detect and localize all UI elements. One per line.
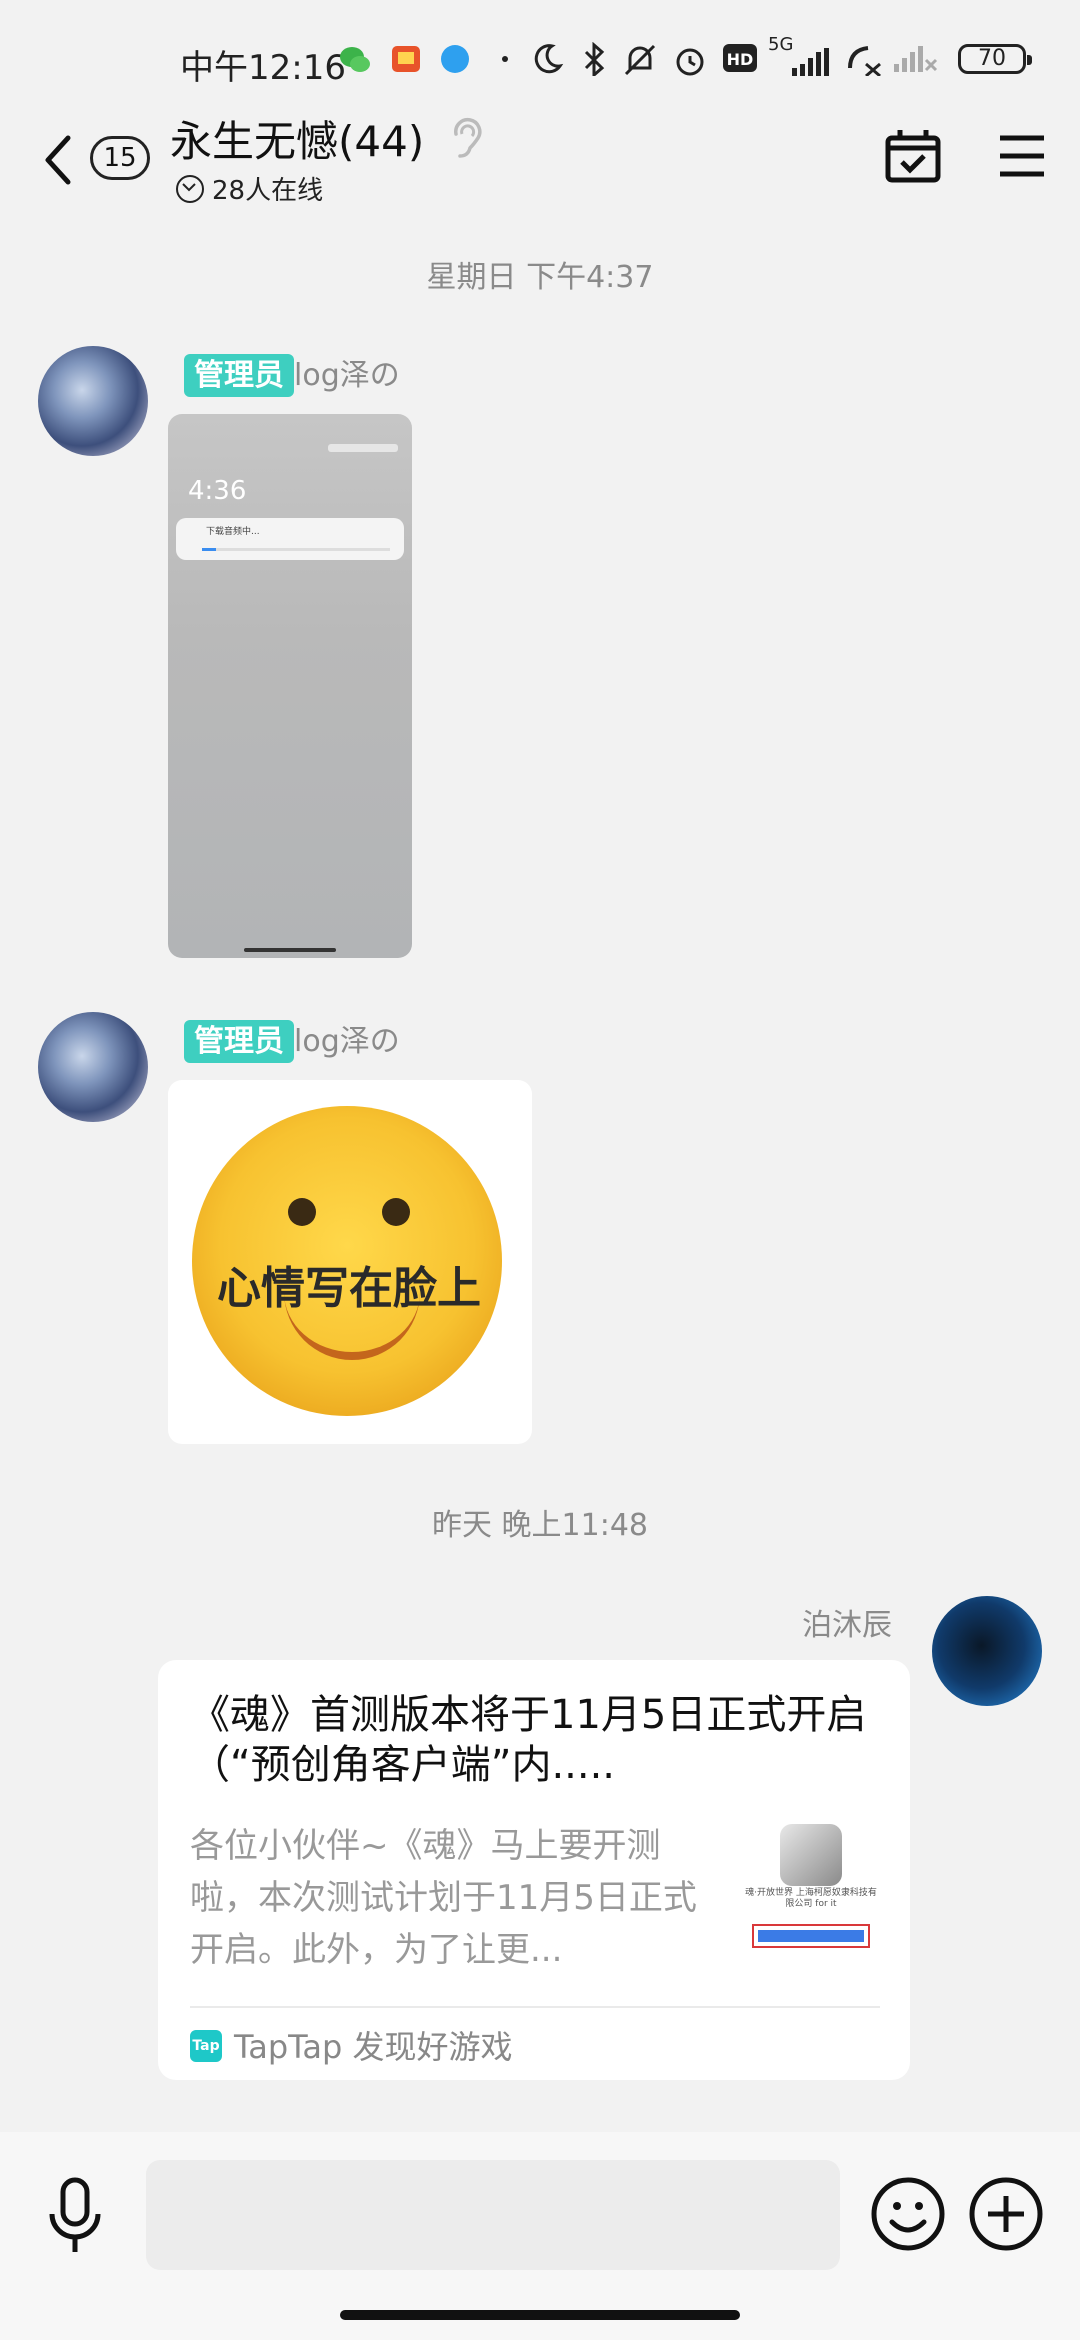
card-thumbnail: 魂·开放世界 上海柯愿奴隶科技有限公司 for it — [742, 1824, 880, 1966]
online-count-label: 28人在线 — [212, 176, 324, 206]
sender-name[interactable]: log泽の — [294, 358, 400, 393]
unread-count-badge[interactable]: 15 — [90, 136, 150, 180]
back-arrow-icon[interactable] — [38, 132, 78, 188]
more-notifications-dot — [502, 56, 508, 62]
admin-role-badge: 管理员 — [184, 354, 294, 397]
card-thumbnail-text: 魂·开放世界 上海柯愿奴隶科技有限公司 for it — [745, 1888, 877, 1909]
card-divider — [190, 2006, 880, 2008]
menu-icon[interactable] — [998, 134, 1046, 178]
status-bar: 中午12:16 HD 5G 70 — [0, 0, 1080, 120]
image-home-indicator — [244, 948, 336, 952]
group-title[interactable]: 永生无憾(44) — [170, 108, 424, 169]
ear-listen-icon[interactable] — [448, 116, 486, 162]
do-not-disturb-moon-icon — [534, 44, 564, 74]
calendar-check-icon[interactable] — [884, 128, 942, 184]
link-share-card[interactable]: 《魂》首测版本将于11月5日正式开启（“预创角客户端”内..... 各位小伙伴~… — [158, 1660, 910, 2080]
timestamp-divider: 星期日 下午4:37 — [426, 260, 654, 295]
sticker-caption: 心情写在脸上 — [217, 1263, 481, 1314]
image-message[interactable]: 4:36 下载音频中... — [168, 414, 412, 958]
admin-role-badge: 管理员 — [184, 1020, 294, 1063]
sticker-eye — [288, 1198, 316, 1226]
signal-strength-secondary-icon — [894, 46, 938, 72]
taptap-logo-icon: Tap — [190, 2030, 222, 2062]
message-sender-row: 管理员 log泽の — [184, 1016, 400, 1063]
muted-bell-icon — [624, 44, 656, 76]
thumbnail-button — [752, 1924, 870, 1948]
sender-name[interactable]: log泽の — [294, 1024, 400, 1059]
avatar[interactable] — [38, 1012, 148, 1122]
shopping-app-icon — [392, 46, 420, 72]
message-sender-row: 管理员 log泽の — [184, 350, 400, 397]
sticker-eye — [382, 1198, 410, 1226]
message-input[interactable] — [146, 2160, 840, 2270]
bluetooth-icon — [584, 42, 605, 76]
signal-strength-icon — [792, 48, 829, 76]
card-source: Tap TapTap 发现好游戏 — [190, 2022, 513, 2068]
image-clock: 4:36 — [188, 476, 247, 506]
online-count[interactable]: 28人在线 — [176, 170, 323, 207]
add-plus-icon[interactable] — [968, 2176, 1044, 2252]
svg-text:HD: HD — [727, 50, 754, 69]
card-title: 《魂》首测版本将于11月5日正式开启（“预创角客户端”内..... — [190, 1692, 867, 1788]
card-description: 各位小伙伴~《魂》马上要开测啦，本次测试计划于11月5日正式开启。此外，为了让更… — [190, 1826, 697, 1970]
avatar[interactable] — [932, 1596, 1042, 1706]
avatar[interactable] — [38, 346, 148, 456]
battery-icon: 70 — [958, 44, 1032, 74]
app-notification-icon — [441, 45, 469, 73]
emoji-icon[interactable] — [870, 2176, 946, 2252]
game-logo-icon — [780, 1824, 842, 1886]
status-time: 中午12:16 — [180, 48, 346, 88]
wifi-call-icon — [848, 46, 881, 76]
image-notification-text: 下载音频中... — [206, 527, 260, 537]
smiley-face-sticker: 心情写在脸上 — [192, 1106, 502, 1416]
home-indicator[interactable] — [340, 2310, 740, 2320]
alarm-icon — [676, 48, 704, 76]
hd-voice-icon: HD — [723, 44, 757, 72]
wechat-icon — [340, 47, 370, 72]
image-download-notification: 下载音频中... — [176, 518, 404, 560]
sticker-message[interactable]: 心情写在脸上 — [168, 1080, 532, 1444]
timestamp-divider: 昨天 晚上11:48 — [432, 1508, 648, 1543]
chevron-down-icon — [176, 175, 204, 203]
image-progress-bar — [202, 548, 390, 551]
microphone-icon[interactable] — [44, 2176, 106, 2258]
mini-status-bar — [328, 444, 398, 452]
sender-name[interactable]: 泊沐辰 — [700, 1600, 892, 1644]
card-source-label: TapTap 发现好游戏 — [234, 2028, 513, 2066]
